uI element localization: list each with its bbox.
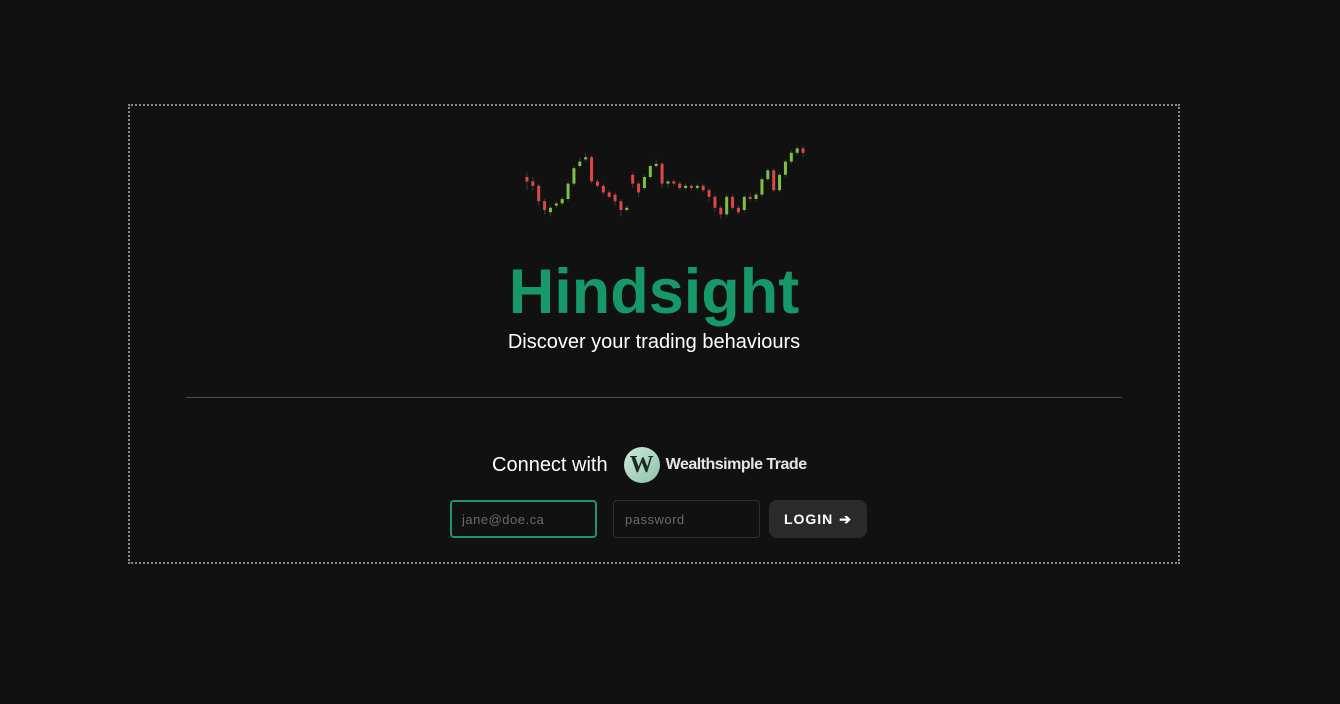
arrow-right-icon: ➔ xyxy=(839,510,853,527)
candle-body xyxy=(701,185,705,191)
candle-body xyxy=(578,161,582,166)
candle-body xyxy=(601,185,605,193)
candle-body xyxy=(695,185,699,188)
password-input[interactable] xyxy=(613,500,760,538)
login-form: LOGIN ➔ xyxy=(450,500,867,538)
candle-body xyxy=(566,183,570,199)
candle-body xyxy=(689,185,693,188)
candle-body xyxy=(654,163,658,166)
candle-body xyxy=(625,207,629,210)
candle-body xyxy=(548,207,552,213)
candle-body xyxy=(713,196,717,208)
candle-body xyxy=(619,201,623,210)
candle-body xyxy=(543,201,547,210)
candle-body xyxy=(631,174,635,184)
candle-body xyxy=(560,199,564,204)
candlestick-chart-icon xyxy=(525,146,805,219)
candle-body xyxy=(748,196,752,199)
candle-body xyxy=(672,181,676,184)
wealthsimple-logo-letter: W xyxy=(629,452,654,478)
candle-body xyxy=(660,163,664,184)
candle-body xyxy=(613,194,617,202)
login-label: LOGIN xyxy=(783,511,834,527)
candle-body xyxy=(725,196,729,215)
candle-body xyxy=(554,203,558,206)
wealthsimple-w-icon: W xyxy=(623,447,660,483)
candle-body xyxy=(607,192,611,197)
candle-body xyxy=(642,177,646,188)
candle-body xyxy=(590,157,594,182)
candle-body xyxy=(648,166,652,177)
app-subtitle: Discover your trading behaviours xyxy=(507,331,801,353)
candle-body xyxy=(525,177,529,182)
candle-body xyxy=(778,174,782,191)
candle-body xyxy=(783,161,787,175)
candle-body xyxy=(766,170,770,180)
candle-body xyxy=(772,170,776,191)
candle-body xyxy=(572,168,576,184)
candle-body xyxy=(684,185,688,188)
divider xyxy=(186,397,1122,398)
candle-body xyxy=(595,181,599,186)
connect-label: Connect with xyxy=(492,453,608,476)
candle-body xyxy=(584,157,588,160)
candle-body xyxy=(531,181,535,186)
email-input[interactable] xyxy=(450,500,597,538)
candle-body xyxy=(795,148,799,153)
candle-body xyxy=(666,181,670,184)
candle-body xyxy=(707,190,711,197)
candle-body xyxy=(742,196,746,210)
candle-body xyxy=(719,207,723,215)
app-title: Hindsight xyxy=(508,257,800,327)
candle-body xyxy=(789,152,793,162)
candle-body xyxy=(678,183,682,188)
wealthsimple-brand-name: Wealthsimple Trade xyxy=(665,456,807,473)
candle-body xyxy=(731,196,735,208)
candle-body xyxy=(754,194,758,199)
candle-body xyxy=(537,185,541,202)
candle-body xyxy=(637,183,641,193)
login-card: Hindsight Discover your trading behaviou… xyxy=(128,104,1180,564)
login-button[interactable]: LOGIN ➔ xyxy=(769,500,867,538)
candle-body xyxy=(736,207,740,213)
candle-body xyxy=(801,148,805,153)
connect-row: Connect with W Wealthsimple Trade xyxy=(492,445,807,485)
candle-body xyxy=(760,179,764,195)
